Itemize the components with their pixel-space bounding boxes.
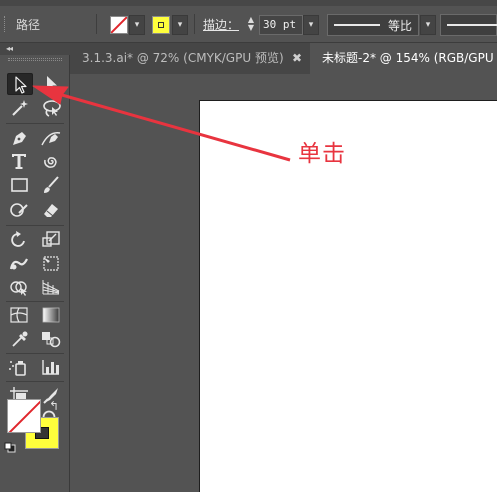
none-slash-icon: [8, 400, 40, 432]
annotation-label: 单击: [298, 141, 346, 167]
annotation-arrow: [32, 85, 291, 162]
illustrator-window: 路径 ▾ ▾ 描边： ▲ ▼ 30 pt ▾ 等比 ▾ ◂◂ ↰ 3.1.3.a…: [0, 0, 497, 492]
fill-color-box[interactable]: [7, 399, 41, 433]
